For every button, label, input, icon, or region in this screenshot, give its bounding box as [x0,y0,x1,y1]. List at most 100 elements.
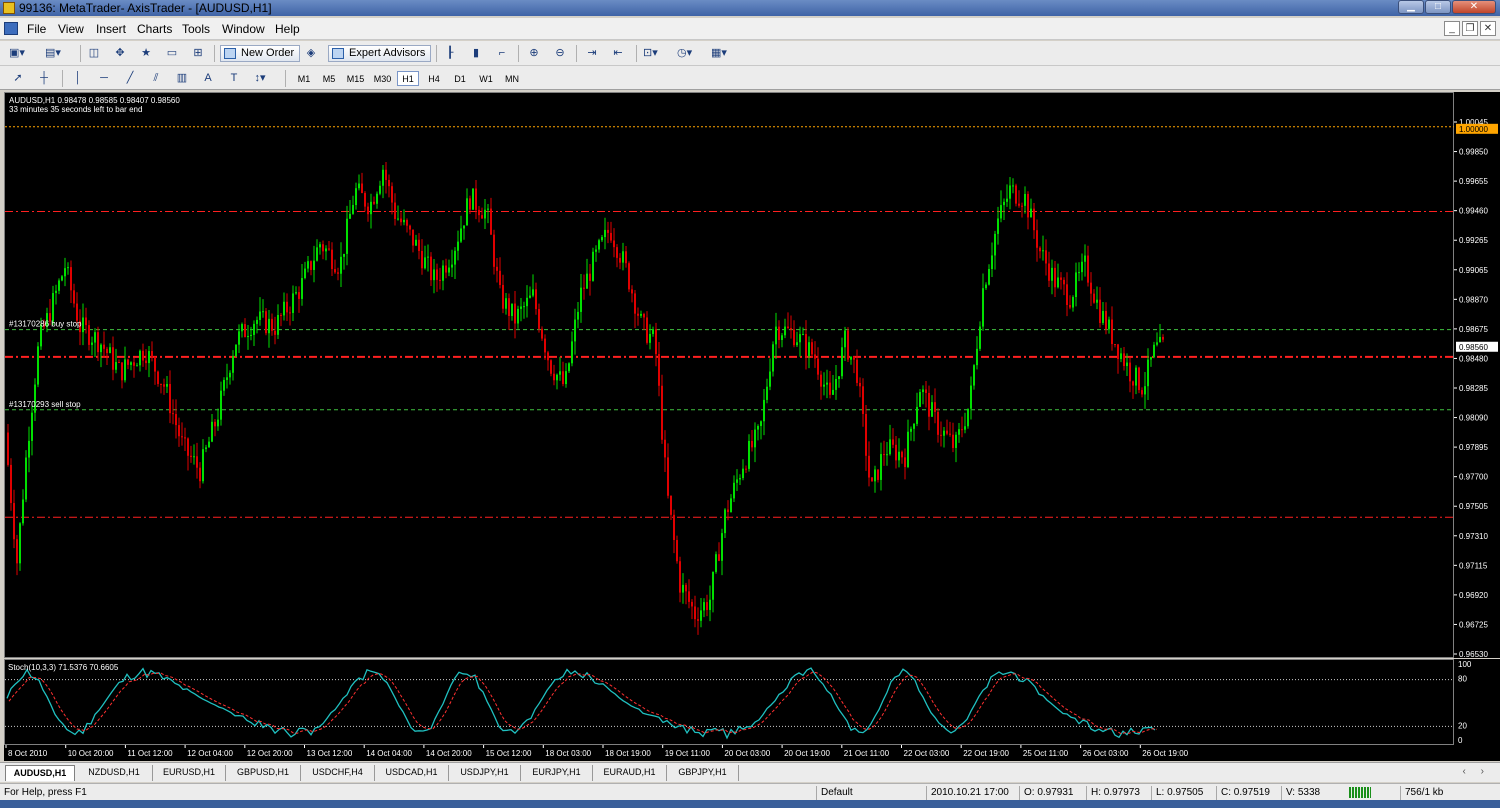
candle [1138,366,1140,394]
time-tick-label: 12 Oct 04:00 [187,749,233,758]
expert-advisors-icon [332,48,344,59]
text-label-tool-button[interactable]: T [226,70,242,87]
maximize-button[interactable]: □ [1425,0,1451,14]
candle [682,573,684,604]
candle [151,341,153,362]
timeframe-m1[interactable]: M1 [293,71,315,86]
chart-shift-icon[interactable]: ⇤ [610,45,626,62]
price-chart-canvas[interactable]: AUDUSD,H1 0.98478 0.98585 0.98407 0.9856… [5,93,1455,659]
tab-euraud-h1[interactable]: EURAUD,H1 [593,765,667,781]
close-button[interactable]: ✕ [1452,0,1496,14]
tab-usdchf-h4[interactable]: USDCHF,H4 [301,765,375,781]
expert-advisors-button[interactable]: Expert Advisors [328,45,432,62]
timeframe-h1[interactable]: H1 [397,71,419,86]
candle [1123,347,1125,371]
tab-scroll-arrows[interactable]: ‹ › [1463,766,1490,777]
zoom-in-icon[interactable]: ⊕ [526,45,542,62]
menu-charts[interactable]: Charts [137,22,172,36]
auto-scroll-icon[interactable]: ⇥ [584,45,600,62]
tab-usdjpy-h1[interactable]: USDJPY,H1 [449,765,521,781]
crosshair-icon[interactable]: ┼ [36,70,52,87]
horizontal-line-icon[interactable]: ─ [96,70,112,87]
candle [76,292,78,323]
menu-file[interactable]: File [27,22,46,36]
zoom-out-icon[interactable]: ⊖ [552,45,568,62]
time-axis[interactable]: 8 Oct 2010 10 Oct 20:00 11 Oct 12:00 12 Oct… [4,745,1500,761]
profiles-icon[interactable]: ▤▾ [44,45,62,62]
trendline-icon[interactable]: ╱ [122,70,138,87]
candle [175,399,177,439]
metaeditor-icon[interactable]: ◈ [303,45,319,62]
indicators-icon[interactable]: ⊡▾ [642,45,659,62]
menu-window[interactable]: Window [222,22,265,36]
chart-minimize-button[interactable]: _ [1444,21,1460,36]
candle [223,377,225,396]
candle [538,303,540,333]
timeframe-m5[interactable]: M5 [318,71,340,86]
candle [1081,253,1083,281]
tab-gbpjpy-h1[interactable]: GBPJPY,H1 [667,765,739,781]
templates-icon[interactable]: ▦▾ [710,45,728,62]
status-datetime: 2010.10.21 17:00 [926,786,1016,800]
connection-traffic-icon [1349,787,1371,798]
timeframe-h4[interactable]: H4 [423,71,445,86]
candle [19,522,21,571]
candle [853,356,855,374]
candle [814,341,816,368]
candlestick-icon[interactable]: ▮ [468,45,484,62]
chart-window-icon[interactable] [4,22,18,35]
market-watch-icon[interactable]: ◫ [86,45,102,62]
price-tick-label: 0.97310 [1459,532,1488,541]
candle [163,378,165,395]
channel-icon[interactable]: ⫽ [148,70,164,87]
chart-close-button[interactable]: ✕ [1480,21,1496,36]
timeframe-d1[interactable]: D1 [449,71,471,86]
arrows-icon[interactable]: ↕▾ [252,70,268,87]
timeframe-w1[interactable]: W1 [475,71,497,86]
candle [448,259,450,277]
bar-chart-icon[interactable]: ┠ [442,45,458,62]
candle [604,217,606,250]
periods-icon[interactable]: ◷▾ [676,45,693,62]
text-tool-button[interactable]: A [200,70,216,87]
stochastic-canvas[interactable]: Stoch(10,3,3) 71.5376 70.6605 [5,660,1455,746]
navigator-icon[interactable]: ★ [138,45,154,62]
candle [235,344,237,358]
tab-nzdusd-h1[interactable]: NZDUSD,H1 [76,765,153,781]
tab-eurjpy-h1[interactable]: EURJPY,H1 [521,765,593,781]
menu-tools[interactable]: Tools [182,22,210,36]
line-chart-icon[interactable]: ⌐ [494,45,510,62]
candle [7,424,9,467]
candle [820,370,822,400]
timeframe-m15[interactable]: M15 [343,71,368,86]
candle [637,307,639,326]
candle [763,388,765,436]
tab-usdcad-h1[interactable]: USDCAD,H1 [375,765,449,781]
new-chart-icon[interactable]: ▣▾ [8,45,26,62]
menu-view[interactable]: View [58,22,84,36]
cursor-icon[interactable]: ➚ [10,70,26,87]
strategy-tester-icon[interactable]: ⊞ [190,45,206,62]
price-chart[interactable]: AUDUSD,H1 0.98478 0.98585 0.98407 0.9856… [4,92,1455,659]
fibonacci-icon[interactable]: ▥ [174,70,190,87]
stoch-tick-label: 20 [1458,721,1467,730]
menu-help[interactable]: Help [275,22,300,36]
candle [649,324,651,350]
candle [328,241,330,252]
timeframe-mn[interactable]: MN [501,71,523,86]
terminal-icon[interactable]: ▭ [164,45,180,62]
data-window-icon[interactable]: ✥ [112,45,128,62]
stochastic-window[interactable]: Stoch(10,3,3) 71.5376 70.6605 [4,659,1455,746]
tab-eurusd-h1[interactable]: EURUSD,H1 [153,765,226,781]
vertical-line-icon[interactable]: │ [70,70,86,87]
chart-restore-button[interactable]: ❐ [1462,21,1478,36]
tab-audusd-h1[interactable]: AUDUSD,H1 [5,765,75,781]
stoch-signal-line [8,671,1158,735]
tab-gbpusd-h1[interactable]: GBPUSD,H1 [226,765,301,781]
timeframe-m30[interactable]: M30 [370,71,395,86]
menu-insert[interactable]: Insert [96,22,126,36]
new-order-button[interactable]: New Order [220,45,301,62]
minimize-button[interactable]: ▁ [1398,0,1424,14]
price-axis[interactable]: 1.00045 0.99850 0.99655 0.99460 0.99265 0.990… [1454,92,1500,658]
candle [781,333,783,348]
